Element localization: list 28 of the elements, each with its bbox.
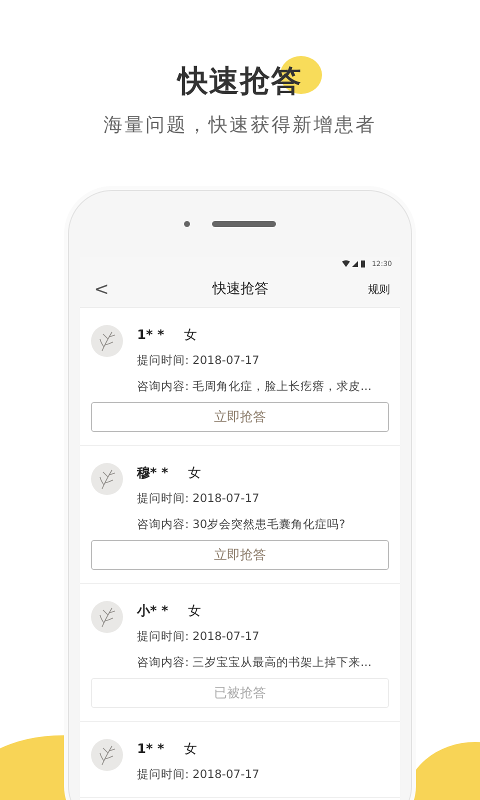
status-icons (342, 260, 368, 268)
subtitle: 海量问题，快速获得新增患者 (104, 113, 376, 138)
patient-gender: 女 (188, 603, 202, 620)
speaker-slot (212, 221, 276, 227)
question-time: 提问时间: 2018-07-17 (137, 352, 260, 369)
question-time: 提问时间: 2018-07-17 (137, 766, 260, 783)
back-button[interactable]: < (90, 278, 114, 300)
question-time: 提问时间: 2018-07-17 (137, 490, 260, 507)
rules-link[interactable]: 规则 (368, 282, 390, 296)
patient-gender: 女 (184, 741, 198, 758)
question-content: 咨询内容: 三岁宝宝从最高的书架上掉下来... (137, 654, 372, 671)
avatar-plant-icon (91, 739, 123, 771)
avatar-plant-icon (91, 601, 123, 633)
patient-name: 穆* * (137, 465, 168, 482)
camera-dot (184, 221, 190, 227)
patient-name: 1* * (137, 328, 164, 342)
question-time: 提问时间: 2018-07-17 (137, 628, 260, 645)
patient-gender: 女 (188, 465, 202, 482)
question-content: 咨询内容: 毛周角化症，脸上长疙瘩，求皮... (137, 378, 372, 395)
patient-name: 小* * (137, 603, 168, 620)
patient-gender: 女 (184, 327, 198, 344)
answer-button[interactable]: 立即抢答 (91, 402, 389, 432)
screen-title: 快速抢答 (212, 280, 269, 298)
question-content: 咨询内容: 30岁会突然患毛囊角化症吗? (137, 516, 346, 533)
patient-name: 1* * (137, 742, 164, 756)
avatar-plant-icon (91, 463, 123, 495)
answer-button[interactable]: 立即抢答 (91, 540, 389, 570)
avatar-plant-icon (91, 325, 123, 357)
